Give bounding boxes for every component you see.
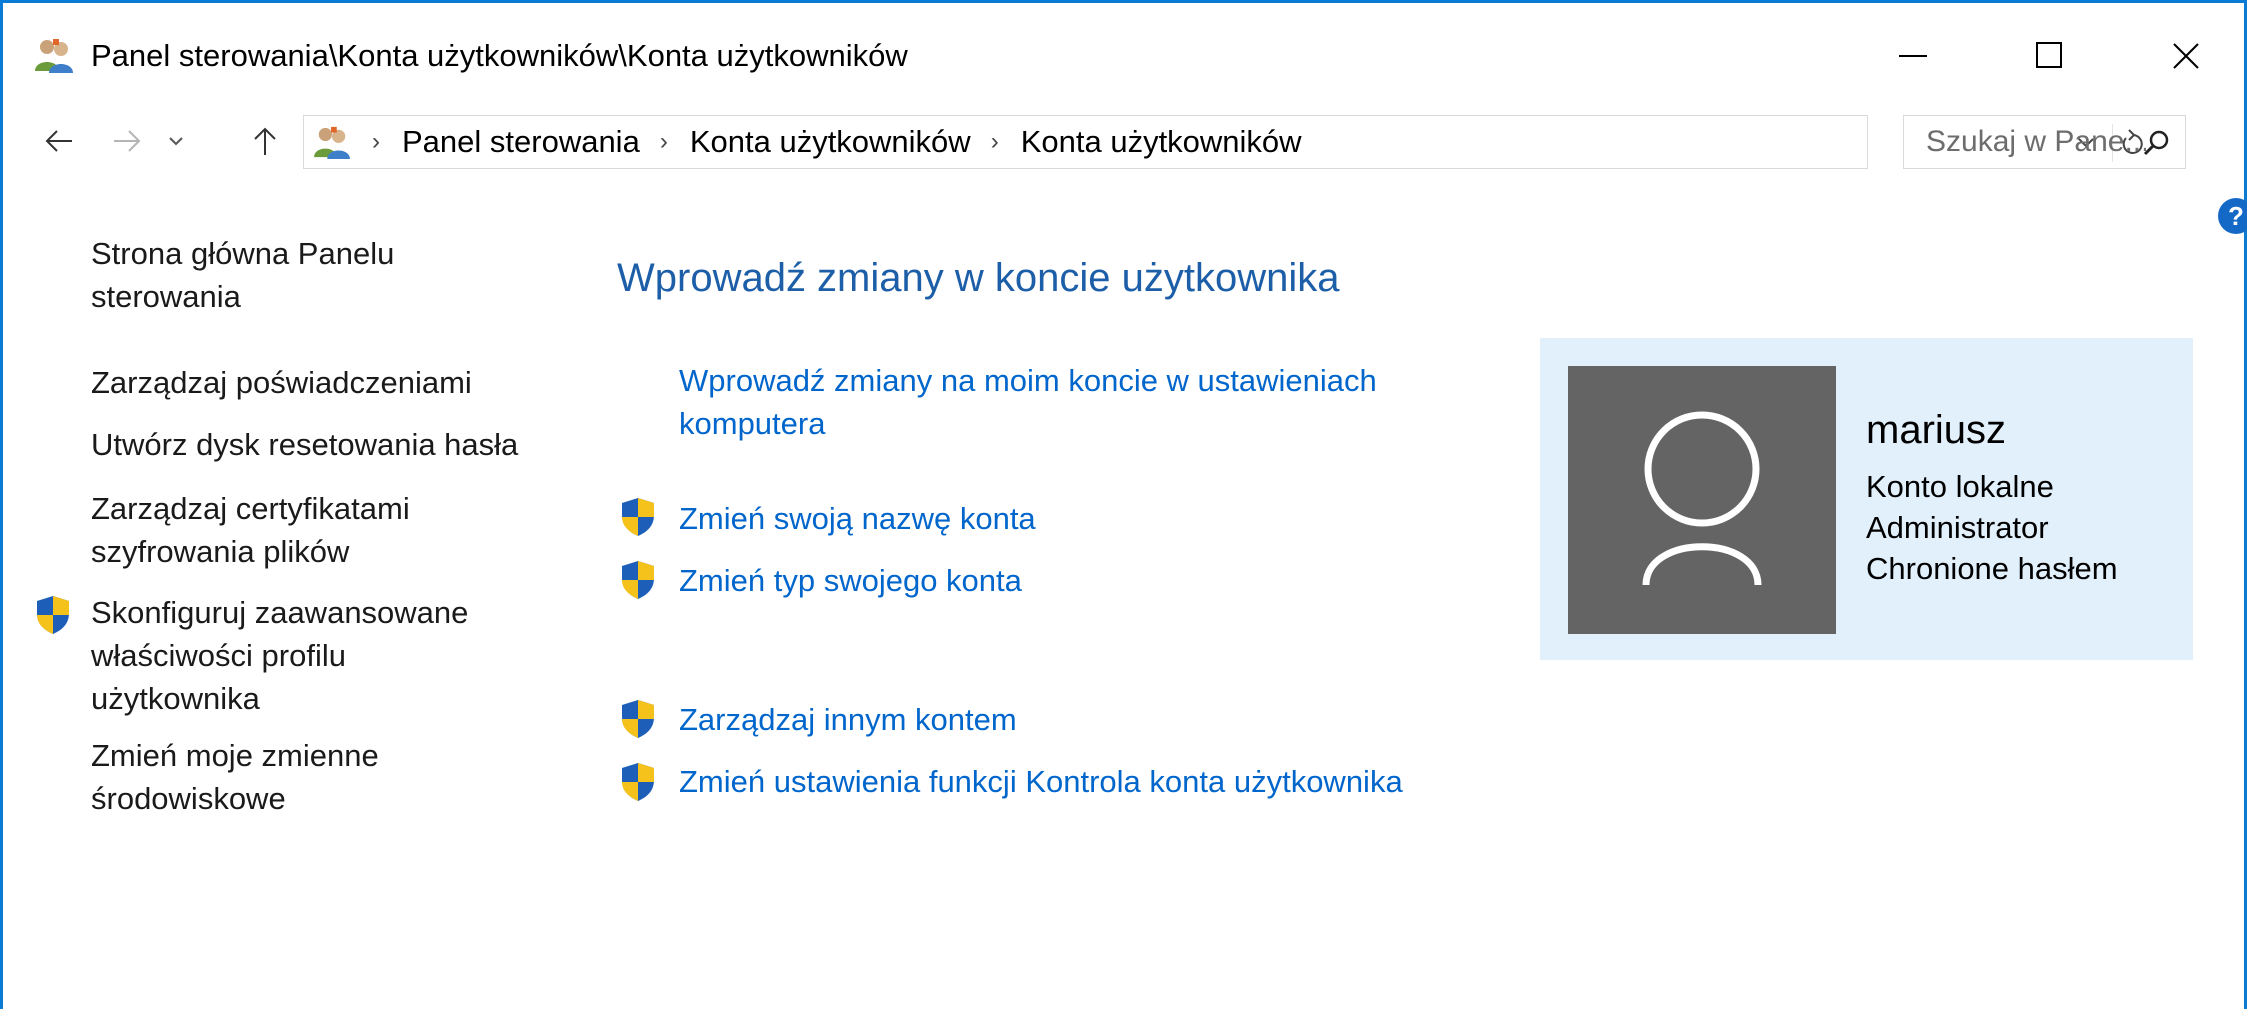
search-box[interactable] [1903,115,2186,169]
address-bar[interactable]: › Panel sterowania › Konta użytkowników … [303,115,2143,169]
close-button[interactable] [2135,23,2235,87]
back-button[interactable] [37,119,81,163]
search-input[interactable] [1904,116,2146,168]
breadcrumb-separator-icon[interactable]: › [372,128,380,156]
uac-shield-icon [622,763,654,801]
create-password-reset-disk-link[interactable]: Utwórz dysk resetowania hasła [91,423,518,466]
account-type-label: Konto lokalne [1866,469,2054,504]
arrow-right-icon [114,130,141,152]
breadcrumb: › Panel sterowania › Konta użytkowników … [362,116,1302,168]
control-panel-home-link[interactable]: Strona główna Panelu sterowania [91,232,394,318]
chevron-down-icon [169,137,183,146]
arrow-up-icon [254,127,276,155]
uac-shield-icon [622,700,654,738]
breadcrumb-separator-icon[interactable]: › [991,128,999,156]
minimize-button[interactable] [1863,23,1963,87]
advanced-user-profile-properties-link[interactable]: Skonfiguruj zaawansowane właściwości prof… [91,591,468,720]
breadcrumb-item-control-panel[interactable]: Panel sterowania [402,124,640,160]
change-account-name-link[interactable]: Zmień swoją nazwę konta [679,497,1036,540]
forward-button[interactable] [105,119,149,163]
manage-certificates-link[interactable]: Zarządzaj certyfikatami szyfrowania plikó… [91,487,410,573]
uac-shield-icon [622,561,654,599]
user-icon [1642,411,1762,586]
control-panel-window: Panel sterowania\Konta użytkowników\Kont… [0,0,2247,1009]
maximize-button[interactable] [1999,23,2099,87]
search-icon[interactable] [2142,128,2172,158]
manage-another-account-link[interactable]: Zarządzaj innym kontem [679,698,1017,741]
breadcrumb-item-user-accounts-current[interactable]: Konta użytkowników [1021,124,1302,160]
breadcrumb-separator-icon[interactable]: › [660,128,668,156]
window-title: Panel sterowania\Konta użytkowników\Kont… [91,38,908,73]
uac-settings-link[interactable]: Zmień ustawienia funkcji Kontrola konta … [679,760,1403,803]
navigation-bar: › Panel sterowania › Konta użytkowników … [3,107,2244,177]
pc-settings-account-link[interactable]: Wprowadź zmiany na moim koncie w ustawie… [679,359,1377,445]
change-account-type-link[interactable]: Zmień typ swojego konta [679,559,1022,602]
arrow-left-icon [45,130,72,152]
page-title: Wprowadź zmiany w koncie użytkownika [617,256,1340,300]
user-account-card: mariusz Konto lokalne Administrator Chro… [1540,338,2193,660]
users-icon [35,39,73,73]
minimize-icon [1899,55,1927,57]
users-icon [314,126,350,159]
up-button[interactable] [243,119,287,163]
avatar [1568,366,1836,634]
svg-text:?: ? [2228,201,2244,231]
help-icon[interactable]: ? [2217,197,2247,235]
breadcrumb-item-user-accounts[interactable]: Konta użytkowników [690,124,971,160]
recent-locations-button[interactable] [161,119,191,163]
password-status-label: Chronione hasłem [1866,551,2118,586]
user-name: mariusz [1866,408,2007,452]
manage-credentials-link[interactable]: Zarządzaj poświadczeniami [91,361,472,404]
uac-shield-icon [622,498,654,536]
maximize-icon [2036,42,2062,68]
title-bar[interactable]: Panel sterowania\Konta użytkowników\Kont… [3,3,2244,107]
account-role-label: Administrator [1866,510,2049,545]
uac-shield-icon [37,596,69,634]
change-environment-variables-link[interactable]: Zmień moje zmienne środowiskowe [91,734,379,820]
close-icon [2173,43,2199,69]
